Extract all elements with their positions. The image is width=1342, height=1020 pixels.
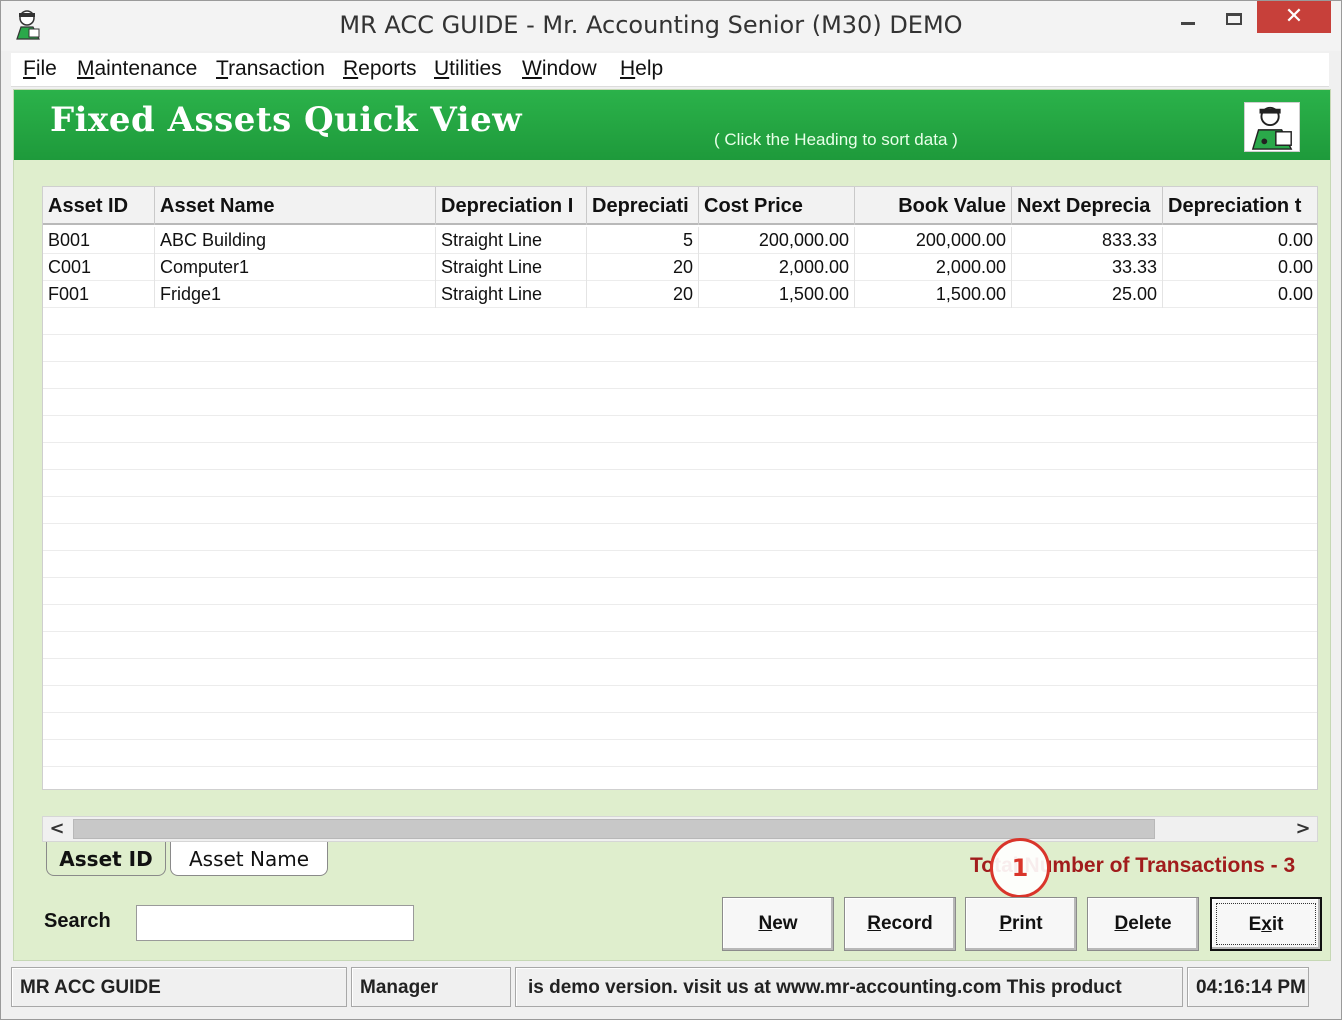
step-number-badge: 1 xyxy=(990,838,1050,898)
cell-book-value: 1,500.00 xyxy=(855,281,1012,308)
table-row[interactable]: B001 ABC Building Straight Line 5 200,00… xyxy=(43,227,1317,254)
cell-cost-price: 200,000.00 xyxy=(699,227,855,254)
scroll-right-icon[interactable]: > xyxy=(1289,817,1317,841)
menu-maintenance[interactable]: Maintenance xyxy=(77,57,197,81)
sort-hint: ( Click the Heading to sort data ) xyxy=(714,130,958,149)
table-row[interactable]: C001 Computer1 Straight Line 20 2,000.00… xyxy=(43,254,1317,281)
column-header-depreciation-method[interactable]: Depreciation I xyxy=(436,187,587,225)
column-header-depreciation-to-date[interactable]: Depreciation t xyxy=(1163,187,1317,225)
status-message: is demo version. visit us at www.mr-acco… xyxy=(515,967,1183,1007)
menu-window[interactable]: Window xyxy=(522,57,597,81)
banner: Fixed Assets Quick View ( Click the Head… xyxy=(14,90,1330,160)
cell-asset-name: Computer1 xyxy=(155,254,436,281)
empty-row xyxy=(43,578,1317,605)
maximize-icon xyxy=(1226,13,1242,25)
cell-depreciation-rate: 5 xyxy=(587,227,699,254)
scrollbar-thumb[interactable] xyxy=(73,819,1155,839)
menu-transaction[interactable]: Transaction xyxy=(216,57,325,81)
fixed-assets-panel: Fixed Assets Quick View ( Click the Head… xyxy=(13,89,1331,961)
horizontal-scrollbar[interactable]: < > xyxy=(42,816,1318,842)
column-header-asset-id[interactable]: Asset ID xyxy=(43,187,155,225)
cell-next-depreciation: 33.33 xyxy=(1012,254,1163,281)
cell-asset-name: ABC Building xyxy=(155,227,436,254)
empty-row xyxy=(43,335,1317,362)
column-header-asset-name[interactable]: Asset Name xyxy=(155,187,436,225)
close-button[interactable]: ✕ xyxy=(1257,1,1331,33)
assets-table: Asset ID Asset Name Depreciation I Depre… xyxy=(42,186,1318,790)
delete-button[interactable]: Delete xyxy=(1087,897,1199,951)
minimize-icon xyxy=(1181,22,1195,25)
tab-asset-id[interactable]: Asset ID xyxy=(46,842,166,876)
cell-depreciation-to-date: 0.00 xyxy=(1163,227,1317,254)
accountant-logo-icon xyxy=(1244,102,1300,152)
empty-row xyxy=(43,686,1317,713)
menu-utilities[interactable]: Utilities xyxy=(434,57,502,81)
status-time: 04:16:14 PM xyxy=(1187,967,1309,1007)
focus-ring xyxy=(1216,903,1316,945)
menu-help[interactable]: Help xyxy=(620,57,663,81)
empty-row xyxy=(43,605,1317,632)
menu-file[interactable]: File xyxy=(23,57,57,81)
cell-depreciation-to-date: 0.00 xyxy=(1163,281,1317,308)
page-title: Fixed Assets Quick View xyxy=(50,100,522,140)
status-bar: MR ACC GUIDE Manager is demo version. vi… xyxy=(11,965,1331,1009)
search-input[interactable] xyxy=(136,905,414,941)
cell-cost-price: 1,500.00 xyxy=(699,281,855,308)
empty-row xyxy=(43,767,1317,789)
scroll-left-icon[interactable]: < xyxy=(43,817,71,841)
status-app-name: MR ACC GUIDE xyxy=(11,967,347,1007)
empty-row xyxy=(43,632,1317,659)
cell-book-value: 2,000.00 xyxy=(855,254,1012,281)
search-label: Search xyxy=(44,910,111,932)
cell-depreciation-method: Straight Line xyxy=(436,281,587,308)
empty-row xyxy=(43,713,1317,740)
cell-book-value: 200,000.00 xyxy=(855,227,1012,254)
menu-reports[interactable]: Reports xyxy=(343,57,417,81)
empty-row xyxy=(43,659,1317,686)
empty-row xyxy=(43,740,1317,767)
minimize-button[interactable] xyxy=(1165,1,1211,33)
cell-asset-id: B001 xyxy=(43,227,155,254)
cell-depreciation-method: Straight Line xyxy=(436,254,587,281)
new-button[interactable]: New xyxy=(722,897,834,951)
print-button[interactable]: Print xyxy=(965,897,1077,951)
column-header-next-depreciation[interactable]: Next Deprecia xyxy=(1012,187,1163,225)
column-header-depreciation-rate[interactable]: Depreciati xyxy=(587,187,699,225)
table-row[interactable]: F001 Fridge1 Straight Line 20 1,500.00 1… xyxy=(43,281,1317,308)
empty-row xyxy=(43,551,1317,578)
close-icon: ✕ xyxy=(1284,4,1304,29)
column-header-book-value[interactable]: Book Value xyxy=(855,187,1012,225)
empty-row xyxy=(43,524,1317,551)
maximize-button[interactable] xyxy=(1211,1,1257,33)
cell-depreciation-method: Straight Line xyxy=(436,227,587,254)
tab-asset-name[interactable]: Asset Name xyxy=(170,842,328,876)
column-header-cost-price[interactable]: Cost Price xyxy=(699,187,855,225)
empty-row xyxy=(43,470,1317,497)
empty-row xyxy=(43,416,1317,443)
title-bar[interactable]: MR ACC GUIDE - Mr. Accounting Senior (M3… xyxy=(1,1,1341,51)
empty-row xyxy=(43,443,1317,470)
cell-next-depreciation: 25.00 xyxy=(1012,281,1163,308)
empty-row xyxy=(43,308,1317,335)
cell-asset-name: Fridge1 xyxy=(155,281,436,308)
cell-next-depreciation: 833.33 xyxy=(1012,227,1163,254)
empty-row xyxy=(43,497,1317,524)
menu-bar: File Maintenance Transaction Reports Uti… xyxy=(11,53,1329,87)
cell-depreciation-rate: 20 xyxy=(587,281,699,308)
record-button[interactable]: Record xyxy=(844,897,956,951)
table-header: Asset ID Asset Name Depreciation I Depre… xyxy=(43,187,1317,225)
empty-row xyxy=(43,362,1317,389)
cell-depreciation-rate: 20 xyxy=(587,254,699,281)
window-title: MR ACC GUIDE - Mr. Accounting Senior (M3… xyxy=(339,11,963,39)
app-window: MR ACC GUIDE - Mr. Accounting Senior (M3… xyxy=(0,0,1342,1020)
cell-asset-id: F001 xyxy=(43,281,155,308)
cell-asset-id: C001 xyxy=(43,254,155,281)
empty-row xyxy=(43,389,1317,416)
cell-depreciation-to-date: 0.00 xyxy=(1163,254,1317,281)
exit-button[interactable]: Exit xyxy=(1210,897,1322,951)
status-user: Manager xyxy=(351,967,511,1007)
cell-cost-price: 2,000.00 xyxy=(699,254,855,281)
